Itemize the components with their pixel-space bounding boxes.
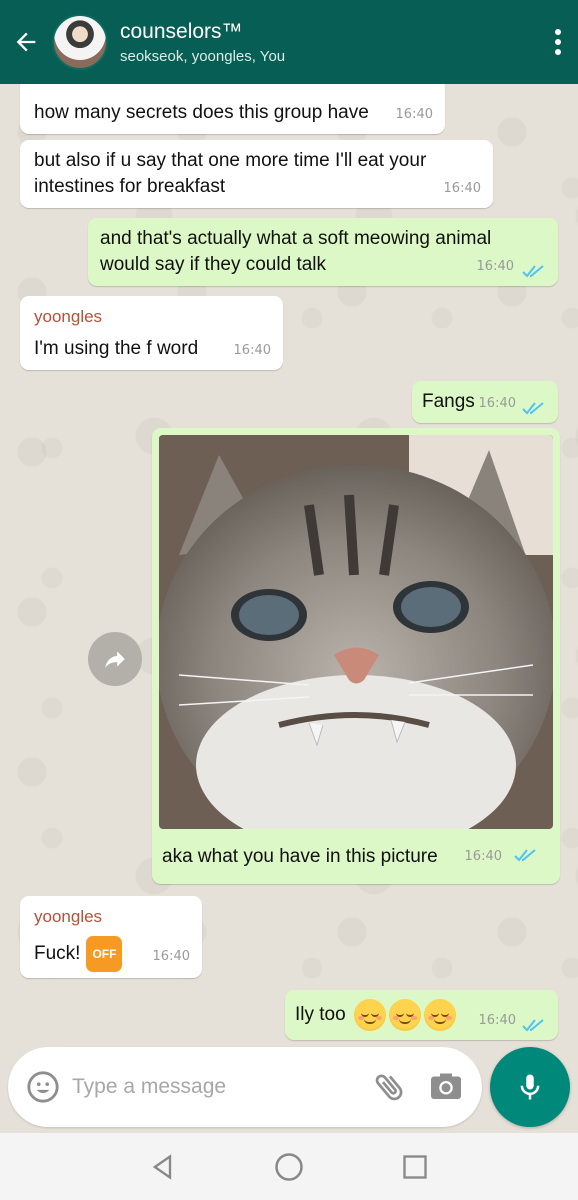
participants-list: seokseok, yoongles, You bbox=[120, 47, 286, 65]
triangle-back-icon[interactable] bbox=[143, 1147, 183, 1187]
message-time: 16:40 bbox=[152, 949, 190, 964]
arrow-left-icon bbox=[16, 32, 36, 52]
smiling-face-emoji-icon bbox=[353, 999, 386, 1031]
system-nav-bar bbox=[0, 1133, 578, 1200]
square-recents-icon[interactable] bbox=[395, 1147, 435, 1187]
read-ticks-icon bbox=[522, 402, 544, 415]
message-text-row: Ily too bbox=[295, 999, 456, 1031]
smiling-face-emoji-icon bbox=[423, 999, 456, 1031]
back-button[interactable] bbox=[0, 0, 52, 84]
message-text: I'm using the f word bbox=[34, 338, 199, 359]
message-text: Fuck! bbox=[34, 943, 81, 965]
message-list[interactable]: how many secrets does this group have 16… bbox=[0, 84, 578, 1049]
message-time: 16:40 bbox=[233, 343, 271, 358]
read-ticks-icon bbox=[522, 1019, 544, 1032]
message-incoming[interactable]: how many secrets does this group have 16… bbox=[20, 84, 445, 134]
message-outgoing-photo[interactable]: aka what you have in this picture 16:40 bbox=[152, 428, 560, 884]
message-composer bbox=[8, 1047, 482, 1127]
smiling-face-emoji-icon bbox=[388, 999, 421, 1031]
message-time: 16:40 bbox=[443, 181, 481, 196]
chat-header: counselors™ seokseok, yoongles, You bbox=[0, 0, 578, 84]
message-outgoing[interactable]: and that's actually what a soft meowing … bbox=[88, 218, 558, 286]
message-outgoing[interactable]: Fangs 16:40 bbox=[412, 381, 558, 423]
voice-record-button[interactable] bbox=[490, 1047, 570, 1127]
message-time: 16:40 bbox=[478, 1013, 516, 1028]
message-outgoing[interactable]: Ily too 16:40 bbox=[285, 990, 558, 1040]
message-time: 16:40 bbox=[464, 849, 502, 864]
message-text: Ily too bbox=[295, 1004, 346, 1026]
message-incoming[interactable]: yoongles I'm using the f word 16:40 bbox=[20, 296, 283, 370]
cat-photo[interactable] bbox=[159, 435, 553, 829]
phone-off-emoji-icon: OFF bbox=[86, 936, 123, 972]
message-time: 16:40 bbox=[476, 259, 514, 274]
circle-home-icon[interactable] bbox=[269, 1147, 309, 1187]
message-time: 16:40 bbox=[395, 107, 433, 122]
forward-icon bbox=[105, 651, 125, 668]
group-name: counselors™ bbox=[120, 19, 243, 43]
message-time: 16:40 bbox=[478, 396, 516, 411]
chat-title-block[interactable]: counselors™ seokseok, yoongles, You bbox=[120, 20, 538, 65]
cat-face-image bbox=[159, 435, 553, 829]
more-vert-icon[interactable] bbox=[538, 0, 578, 84]
sender-name[interactable]: yoongles bbox=[34, 904, 102, 930]
message-input[interactable] bbox=[72, 1075, 372, 1099]
emoji-icon[interactable] bbox=[26, 1070, 60, 1104]
message-incoming[interactable]: yoongles Fuck! OFF 16:40 bbox=[20, 896, 202, 978]
group-avatar[interactable] bbox=[52, 14, 108, 70]
read-ticks-icon bbox=[514, 849, 536, 862]
message-incoming[interactable]: but also if u say that one more time I'l… bbox=[20, 140, 493, 208]
message-text: but also if u say that one more time I'l… bbox=[34, 150, 427, 197]
read-ticks-icon bbox=[522, 265, 544, 278]
mic-icon bbox=[520, 1074, 540, 1100]
message-text: how many secrets does this group have bbox=[34, 102, 369, 123]
sender-name[interactable]: yoongles bbox=[34, 304, 102, 330]
message-text-row: Fuck! OFF bbox=[34, 936, 123, 972]
camera-icon[interactable] bbox=[428, 1069, 464, 1105]
message-text: Fangs bbox=[422, 391, 475, 412]
photo-caption: aka what you have in this picture bbox=[162, 846, 438, 867]
forward-button[interactable] bbox=[88, 632, 142, 686]
paperclip-icon[interactable] bbox=[372, 1069, 408, 1105]
message-text: and that's actually what a soft meowing … bbox=[100, 228, 492, 275]
